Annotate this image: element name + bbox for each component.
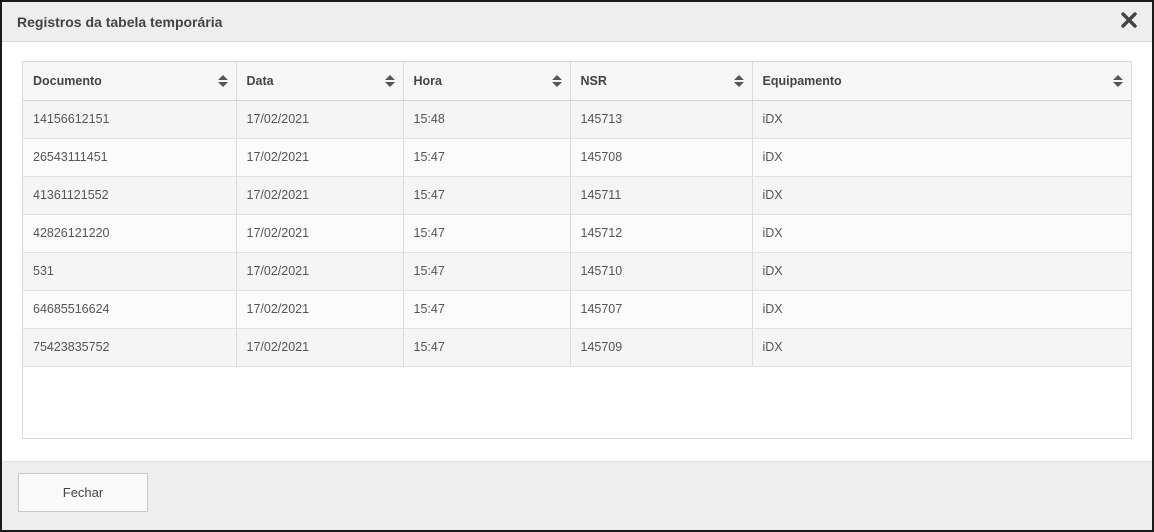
sort-icon[interactable] — [384, 75, 395, 87]
cell-documento: 14156612151 — [23, 100, 237, 139]
close-button[interactable]: Fechar — [18, 473, 148, 512]
table-row[interactable]: 42826121220 17/02/2021 15:47 145712 iDX — [23, 214, 1131, 253]
table-row[interactable]: 14156612151 17/02/2021 15:48 145713 iDX — [23, 100, 1131, 139]
cell-nsr: 145708 — [570, 138, 753, 177]
cell-equipamento: iDX — [752, 176, 1131, 215]
table-header-row: Documento Data Hora NSR Equipamento — [23, 62, 1131, 101]
sort-icon[interactable] — [733, 75, 744, 87]
table-row[interactable]: 41361121552 17/02/2021 15:47 145711 iDX — [23, 176, 1131, 215]
cell-nsr: 145710 — [570, 252, 753, 291]
column-header-nsr[interactable]: NSR — [570, 62, 753, 101]
cell-data: 17/02/2021 — [236, 138, 404, 177]
table-row[interactable]: 75423835752 17/02/2021 15:47 145709 iDX — [23, 328, 1131, 367]
dialog-title: Registros da tabela temporária — [17, 14, 223, 30]
cell-hora: 15:47 — [403, 252, 571, 291]
records-table: Documento Data Hora NSR Equipamento 1415… — [23, 62, 1131, 367]
table-row[interactable]: 26543111451 17/02/2021 15:47 145708 iDX — [23, 138, 1131, 177]
cell-nsr: 145711 — [570, 176, 753, 215]
column-header-label: Documento — [33, 73, 102, 88]
column-header-data[interactable]: Data — [236, 62, 404, 101]
cell-data: 17/02/2021 — [236, 176, 404, 215]
column-header-hora[interactable]: Hora — [403, 62, 571, 101]
sort-icon[interactable] — [551, 75, 562, 87]
close-icon[interactable] — [1120, 10, 1138, 30]
dialog: Registros da tabela temporária Documento — [0, 0, 1154, 532]
cell-documento: 531 — [23, 252, 237, 291]
cell-equipamento: iDX — [752, 138, 1131, 177]
column-header-equipamento[interactable]: Equipamento — [752, 62, 1131, 101]
table-row[interactable]: 531 17/02/2021 15:47 145710 iDX — [23, 252, 1131, 291]
column-header-label: Data — [246, 73, 274, 88]
cell-equipamento: iDX — [752, 252, 1131, 291]
dialog-footer: Fechar — [2, 461, 1152, 530]
dialog-header: Registros da tabela temporária — [2, 2, 1152, 42]
cell-nsr: 145709 — [570, 328, 753, 367]
cell-documento: 64685516624 — [23, 290, 237, 329]
records-table-container: Documento Data Hora NSR Equipamento 1415… — [22, 61, 1132, 439]
cell-data: 17/02/2021 — [236, 328, 404, 367]
cell-documento: 42826121220 — [23, 214, 237, 253]
column-header-documento[interactable]: Documento — [23, 62, 237, 101]
cell-documento: 75423835752 — [23, 328, 237, 367]
sort-icon[interactable] — [217, 75, 228, 87]
cell-data: 17/02/2021 — [236, 214, 404, 253]
cell-data: 17/02/2021 — [236, 290, 404, 329]
cell-nsr: 145712 — [570, 214, 753, 253]
cell-hora: 15:47 — [403, 138, 571, 177]
column-header-label: Hora — [413, 73, 442, 88]
cell-documento: 41361121552 — [23, 176, 237, 215]
cell-nsr: 145707 — [570, 290, 753, 329]
column-header-label: NSR — [580, 73, 607, 88]
table-row[interactable]: 64685516624 17/02/2021 15:47 145707 iDX — [23, 290, 1131, 329]
cell-hora: 15:48 — [403, 100, 571, 139]
cell-hora: 15:47 — [403, 176, 571, 215]
cell-equipamento: iDX — [752, 290, 1131, 329]
cell-hora: 15:47 — [403, 328, 571, 367]
cell-equipamento: iDX — [752, 214, 1131, 253]
cell-documento: 26543111451 — [23, 138, 237, 177]
sort-icon[interactable] — [1113, 75, 1123, 87]
cell-hora: 15:47 — [403, 214, 571, 253]
column-header-label: Equipamento — [762, 73, 842, 88]
cell-equipamento: iDX — [752, 328, 1131, 367]
cell-nsr: 145713 — [570, 100, 753, 139]
cell-hora: 15:47 — [403, 290, 571, 329]
cell-equipamento: iDX — [752, 100, 1131, 139]
cell-data: 17/02/2021 — [236, 100, 404, 139]
cell-data: 17/02/2021 — [236, 252, 404, 291]
